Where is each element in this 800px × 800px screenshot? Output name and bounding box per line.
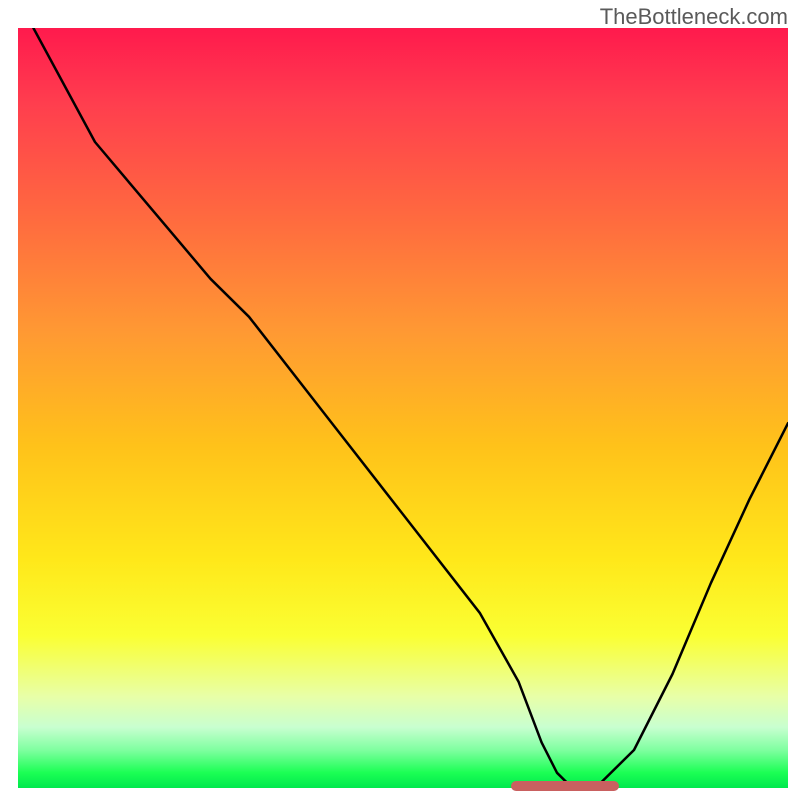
watermark-text: TheBottleneck.com bbox=[600, 4, 788, 30]
plot-area bbox=[18, 28, 788, 788]
bottleneck-curve bbox=[18, 28, 788, 788]
chart-container: TheBottleneck.com bbox=[0, 0, 800, 800]
optimal-range-marker bbox=[511, 781, 619, 791]
